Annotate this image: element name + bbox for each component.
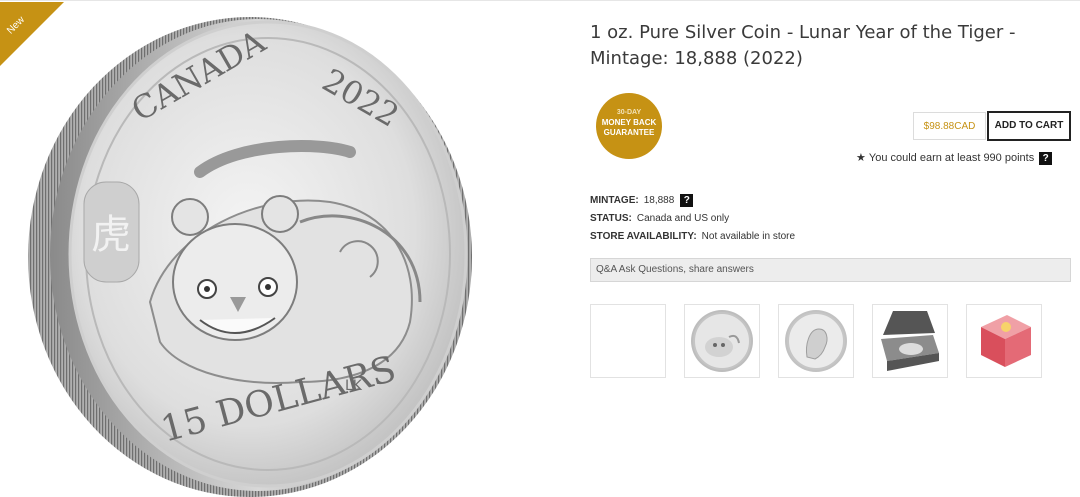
star-icon: ★	[856, 152, 866, 164]
gift-box-icon	[981, 315, 1031, 367]
spec-value: Not available in store	[701, 231, 796, 242]
guarantee-line-1: 30-DAY	[616, 109, 642, 116]
points-text: You could earn at least 990 points	[868, 152, 1035, 164]
add-to-cart-button[interactable]: ADD TO CART	[987, 111, 1071, 141]
thumbnail-coin-reverse[interactable]	[684, 304, 760, 378]
top-divider	[0, 0, 1080, 1]
spec-mintage: MINTAGE: 18,888?	[590, 192, 795, 210]
price: $98.88CAD	[913, 112, 986, 140]
points-help-icon[interactable]: ?	[1039, 151, 1053, 165]
money-back-guarantee-seal: 30-DAY MONEY BACK GUARANTEE	[596, 93, 662, 159]
points-info: ★ You could earn at least 990 points?	[856, 151, 1053, 165]
product-title: 1 oz. Pure Silver Coin - Lunar Year of t…	[590, 22, 1016, 69]
coin-image: 虎 CANADA 2022 15 DOLLARS LK	[28, 17, 472, 497]
guarantee-line-2: MONEY BACK	[601, 118, 657, 127]
thumbnail-coin-obverse[interactable]	[778, 304, 854, 378]
svg-text:LK: LK	[345, 378, 363, 394]
spec-status: STATUS: Canada and US only	[590, 210, 795, 228]
qa-input[interactable]: Q&A Ask Questions, share answers	[590, 258, 1071, 282]
coin-obverse-icon	[785, 310, 847, 372]
mintage-help-icon[interactable]: ?	[680, 193, 694, 207]
coin-reverse-icon	[691, 310, 753, 372]
svg-text:虎: 虎	[91, 212, 131, 258]
coin-case-icon	[881, 311, 939, 371]
spec-label: STORE AVAILABILITY:	[590, 231, 697, 242]
spec-value: 18,888	[643, 195, 675, 206]
spec-store-availability: STORE AVAILABILITY: Not available in stor…	[590, 228, 795, 246]
thumbnail-coin-case[interactable]	[872, 304, 948, 378]
guarantee-line-3: GUARANTEE	[603, 128, 655, 137]
thumbnail-gift-box[interactable]	[966, 304, 1042, 378]
spec-value: Canada and US only	[636, 213, 730, 224]
thumbnail-blank[interactable]	[590, 304, 666, 378]
spec-label: STATUS:	[590, 213, 632, 224]
spec-label: MINTAGE:	[590, 195, 639, 206]
product-specs: MINTAGE: 18,888? STATUS: Canada and US onl…	[590, 192, 795, 246]
product-main-image[interactable]: 虎 CANADA 2022 15 DOLLARS LK New	[0, 2, 480, 497]
